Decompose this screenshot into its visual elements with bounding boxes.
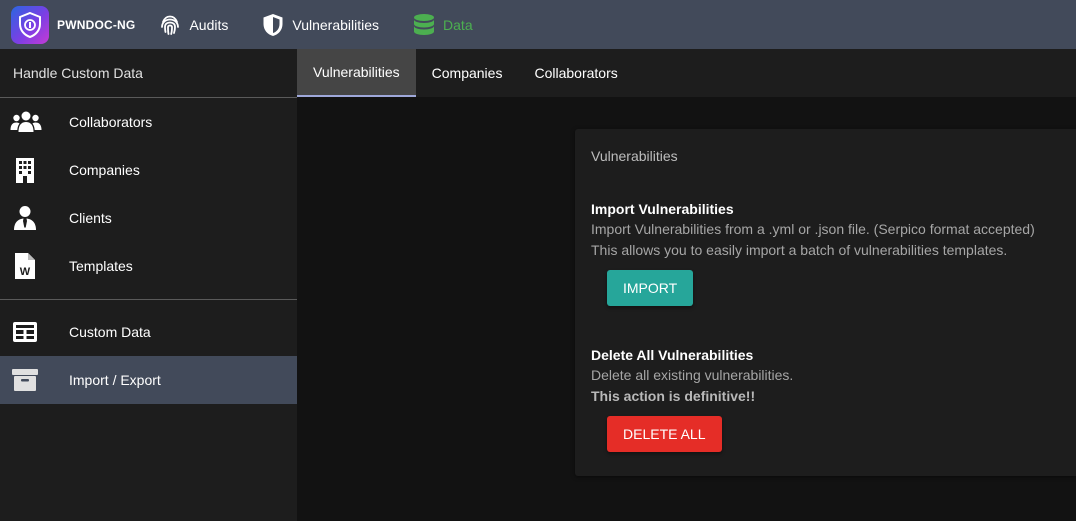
user-tie-icon (0, 205, 69, 231)
delete-section: Delete All Vulnerabilities Delete all ex… (591, 347, 1060, 452)
card-title: Vulnerabilities (591, 148, 678, 164)
vulnerabilities-card: Vulnerabilities Import Vulnerabilities I… (575, 129, 1076, 476)
svg-text:W: W (20, 266, 31, 278)
nav-audits[interactable]: Audits (157, 12, 228, 38)
import-section: Import Vulnerabilities Import Vulnerabil… (591, 201, 1060, 306)
sidebar-divider (0, 299, 297, 300)
sidebar-item-label: Templates (69, 258, 133, 274)
tab-collaborators[interactable]: Collaborators (518, 49, 633, 97)
database-icon (411, 12, 437, 38)
nav-vulnerabilities[interactable]: Vulnerabilities (260, 12, 379, 38)
shield-icon (260, 12, 286, 38)
sidebar-item-label: Collaborators (69, 114, 153, 130)
sidebar-item-collaborators[interactable]: Collaborators (0, 98, 297, 146)
users-icon (0, 110, 69, 134)
nav-data[interactable]: Data (411, 12, 473, 38)
sidebar-item-label: Clients (69, 210, 112, 226)
nav-audits-label: Audits (189, 16, 229, 33)
tab-bar: Vulnerabilities Companies Collaborators (297, 49, 1076, 97)
delete-description: Delete all existing vulnerabilities. (591, 367, 794, 383)
import-description-2: This allows you to easily import a batch… (591, 242, 1008, 258)
import-button[interactable]: IMPORT (607, 270, 694, 306)
sidebar: Handle Custom Data Collaborators Compani… (0, 49, 297, 521)
import-description: Import Vulnerabilities from a .yml or .j… (591, 221, 1035, 237)
delete-warning: This action is definitive!! (591, 388, 756, 404)
pwndoc-logo-icon (11, 5, 49, 44)
tab-companies[interactable]: Companies (416, 49, 519, 97)
import-title: Import Vulnerabilities (591, 201, 734, 217)
nav-vulnerabilities-label: Vulnerabilities (292, 16, 380, 33)
nav-data-label: Data (443, 16, 473, 33)
sidebar-item-import-export[interactable]: Import / Export (0, 356, 297, 404)
table-icon (0, 320, 69, 344)
sidebar-item-label: Companies (69, 162, 140, 178)
fingerprint-icon (157, 12, 183, 38)
sidebar-item-label: Import / Export (69, 372, 161, 388)
sidebar-item-clients[interactable]: Clients (0, 194, 297, 242)
sidebar-item-companies[interactable]: Companies (0, 146, 297, 194)
brand[interactable]: PWNDOC-NG (11, 5, 136, 44)
sidebar-item-label: Custom Data (69, 324, 151, 340)
sidebar-item-custom-data[interactable]: Custom Data (0, 308, 297, 356)
word-file-icon: W (0, 252, 69, 280)
app-name: PWNDOC-NG (57, 17, 136, 32)
sidebar-item-templates[interactable]: W Templates (0, 242, 297, 290)
delete-all-button[interactable]: DELETE ALL (607, 416, 722, 452)
tab-vulnerabilities[interactable]: Vulnerabilities (297, 49, 416, 97)
building-icon (0, 157, 69, 183)
top-navbar: PWNDOC-NG Audits Vulnerabilities Data (0, 0, 1076, 49)
archive-icon (0, 367, 69, 393)
sidebar-header: Handle Custom Data (0, 49, 297, 98)
delete-title: Delete All Vulnerabilities (591, 347, 754, 363)
